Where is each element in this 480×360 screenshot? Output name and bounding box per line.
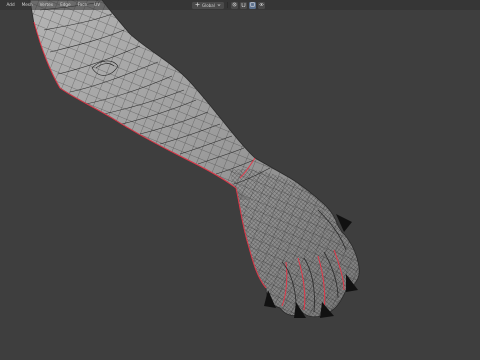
snap-toggle[interactable] xyxy=(239,1,247,9)
header-menu: Add Mesh Vertex Edge Face UV xyxy=(3,0,104,10)
pivot-point-icon xyxy=(232,2,237,8)
transform-orientation-dropdown[interactable]: Global xyxy=(192,1,224,9)
arm-mesh[interactable] xyxy=(0,0,480,360)
blender-window: Add Mesh Vertex Edge Face UV Global xyxy=(0,0,480,360)
header-separator xyxy=(226,2,228,8)
transform-orientation-label: Global xyxy=(202,2,215,8)
viewport-canvas[interactable] xyxy=(0,0,480,360)
menu-mesh[interactable]: Mesh xyxy=(18,0,36,10)
overlay-icon xyxy=(258,2,264,8)
viewport-header: Add Mesh Vertex Edge Face UV Global xyxy=(0,0,480,10)
overlay-toggle[interactable] xyxy=(257,1,265,9)
menu-add[interactable]: Add xyxy=(3,0,18,10)
menu-vertex[interactable]: Vertex xyxy=(36,0,56,10)
menu-edge[interactable]: Edge xyxy=(57,0,75,10)
proportional-editing-icon xyxy=(250,2,255,8)
header-tools: Global xyxy=(192,1,265,9)
menu-uv[interactable]: UV xyxy=(91,0,104,10)
proportional-editing-toggle[interactable] xyxy=(248,1,256,9)
snap-icon xyxy=(241,2,246,8)
chevron-down-icon xyxy=(217,3,221,8)
menu-face[interactable]: Face xyxy=(74,0,90,10)
pivot-point-button[interactable] xyxy=(230,1,238,9)
3d-viewport[interactable] xyxy=(0,0,480,360)
transform-orientation-icon xyxy=(195,2,200,8)
